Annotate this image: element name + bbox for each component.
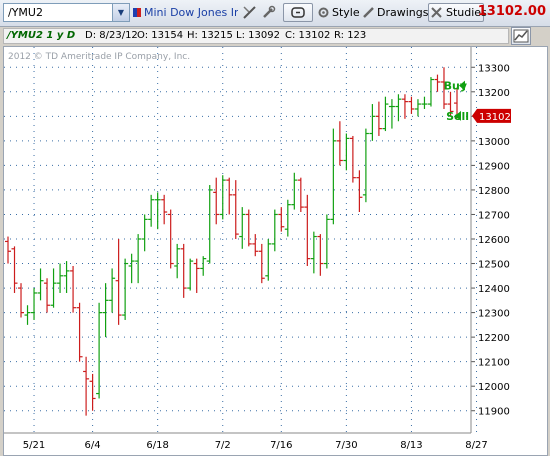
symbol-description: Mini Dow Jones Ind... — [144, 6, 238, 19]
buy-label: Buy — [444, 80, 467, 93]
style-label: Style — [332, 6, 360, 19]
chart-panel[interactable]: 11900 12000 12100 12200 12300 12400 12500 12600… — [3, 46, 548, 456]
studies-icon — [431, 7, 442, 18]
pencil-icon — [363, 7, 374, 18]
y-tick-label: 12500 — [478, 260, 510, 271]
x-tick-label: 7/30 — [335, 440, 357, 451]
toolbar: /YMU2 ▼ Mini Dow Jones Ind... Style Draw… — [0, 0, 550, 27]
x-tick-label: 5/21 — [23, 440, 45, 451]
y-tick-label: 12900 — [478, 161, 510, 172]
y-tick-label: 12200 — [478, 333, 510, 344]
info-range: R: 123 — [334, 30, 367, 41]
y-tick-label: 12300 — [478, 309, 510, 320]
symbol-period: /YMU2 1 y D — [7, 30, 76, 41]
x-tick-label: 7/2 — [215, 440, 231, 451]
drawings-label: Drawings — [377, 6, 429, 19]
x-tick-label: 8/13 — [400, 440, 422, 451]
info-low: L: 13092 — [236, 30, 280, 41]
y-tick-label: 13000 — [478, 137, 510, 148]
wrench-tool-button[interactable] — [259, 3, 278, 22]
flag-icon — [133, 8, 141, 17]
x-tick-label: 6/18 — [146, 440, 168, 451]
link-icon — [291, 7, 305, 18]
x-tick-label: 8/27 — [465, 440, 487, 451]
wrench-icon — [263, 5, 276, 18]
y-tick-label: 12400 — [478, 284, 510, 295]
info-high: H: 13215 — [187, 30, 233, 41]
info-open: O: 13154 — [137, 30, 184, 41]
y-tick-label: 13300 — [478, 63, 510, 74]
quote-info-bar: /YMU2 1 y D D: 8/23/12 O: 13154 H: 13215… — [3, 28, 509, 44]
copyright-watermark: 2012 © TD Ameritrade IP Company, Inc. — [8, 52, 190, 62]
last-price: 13102.00 — [477, 4, 546, 19]
info-date: D: 8/23/12 — [85, 30, 138, 41]
y-tick-label: 12800 — [478, 186, 510, 197]
y-tick-label: 12100 — [478, 358, 510, 369]
info-close: C: 13102 — [285, 30, 331, 41]
symbol-description-link[interactable]: Mini Dow Jones Ind... — [133, 3, 238, 22]
crosshair-tool-button[interactable] — [240, 3, 259, 22]
style-gear-icon — [318, 7, 329, 18]
y-tick-label: 12700 — [478, 210, 510, 221]
x-tick-label: 6/4 — [85, 440, 101, 451]
price-tag-label: 13102 — [479, 112, 511, 123]
y-tick-label: 12000 — [478, 382, 510, 393]
style-button[interactable]: Style — [315, 3, 360, 22]
y-tick-label: 12600 — [478, 235, 510, 246]
chart-settings-icon — [513, 29, 529, 43]
y-tick-label: 13200 — [478, 88, 510, 99]
y-tick-label: 11900 — [478, 407, 510, 418]
x-tick-label: 7/16 — [270, 440, 292, 451]
chevron-down-icon[interactable]: ▼ — [112, 4, 129, 21]
symbol-value: /YMU2 — [8, 6, 43, 19]
drawings-button[interactable]: Drawings — [360, 3, 429, 22]
crosshair-icon — [243, 6, 256, 19]
studies-button[interactable]: Studies — [428, 3, 487, 22]
symbol-input[interactable]: /YMU2 ▼ — [3, 3, 130, 22]
price-chart[interactable]: 11900 12000 12100 12200 12300 12400 12500 12600… — [4, 47, 547, 455]
link-button[interactable] — [283, 3, 313, 22]
chart-settings-button[interactable] — [511, 27, 531, 45]
sell-label: Sell — [446, 110, 469, 123]
